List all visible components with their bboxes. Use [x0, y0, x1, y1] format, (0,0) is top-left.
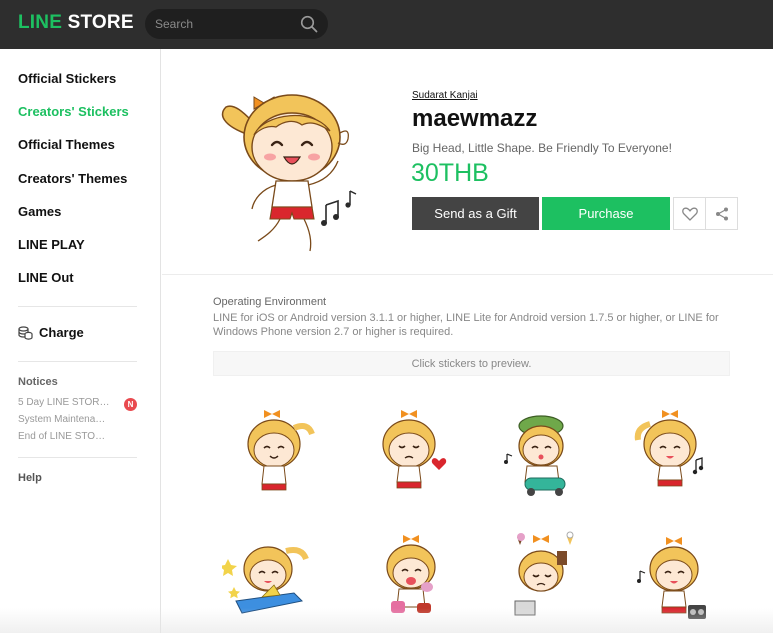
- sticker-thumbnail[interactable]: [497, 531, 587, 626]
- product-title: maewmazz: [412, 105, 538, 132]
- logo-line-text: LINE: [18, 12, 63, 33]
- notice-item[interactable]: End of LINE STO…: [18, 431, 118, 442]
- main-content: Sudarat Kanjai maewmazz Big Head, Little…: [162, 49, 773, 633]
- sidebar-divider: [18, 457, 137, 458]
- section-divider: [162, 274, 773, 275]
- new-badge: N: [124, 398, 137, 411]
- sticker-thumbnail[interactable]: [367, 404, 457, 499]
- notice-item[interactable]: System Maintena…: [18, 414, 118, 425]
- search-icon[interactable]: [300, 15, 318, 33]
- coins-icon: [18, 325, 33, 340]
- sidebar-item-official-themes[interactable]: Official Themes: [18, 137, 115, 152]
- sidebar: Official Stickers Creators' Stickers Off…: [0, 49, 161, 633]
- sidebar-item-games[interactable]: Games: [18, 204, 61, 219]
- sticker-thumbnail[interactable]: [630, 531, 720, 626]
- favorite-button[interactable]: [673, 197, 706, 230]
- sidebar-item-charge[interactable]: Charge: [18, 325, 84, 340]
- sticker-thumbnail[interactable]: [230, 404, 320, 499]
- environment-label: Operating Environment: [213, 296, 327, 308]
- purchase-button[interactable]: Purchase: [542, 197, 670, 230]
- notices-title: Notices: [18, 376, 58, 388]
- sidebar-item-creators-themes[interactable]: Creators' Themes: [18, 171, 127, 186]
- product-description: Big Head, Little Shape. Be Friendly To E…: [412, 141, 672, 155]
- top-header: LINE STORE: [0, 0, 773, 49]
- sticker-thumbnail[interactable]: [497, 404, 587, 499]
- sidebar-item-line-out[interactable]: LINE Out: [18, 270, 74, 285]
- environment-text: LINE for iOS or Android version 3.1.1 or…: [213, 312, 719, 338]
- preview-hint: Click stickers to preview.: [213, 351, 730, 376]
- search-input[interactable]: [155, 15, 295, 33]
- share-icon: [715, 207, 728, 220]
- creator-link[interactable]: Sudarat Kanjai: [412, 90, 478, 101]
- share-button[interactable]: [705, 197, 738, 230]
- sidebar-item-official-stickers[interactable]: Official Stickers: [18, 71, 116, 86]
- send-as-gift-button[interactable]: Send as a Gift: [412, 197, 539, 230]
- heart-icon: [681, 207, 698, 221]
- sticker-thumbnail[interactable]: [630, 404, 720, 499]
- sidebar-divider: [18, 306, 137, 307]
- main-sticker-image: [221, 94, 357, 252]
- charge-label: Charge: [39, 325, 84, 340]
- sidebar-item-line-play[interactable]: LINE PLAY: [18, 237, 85, 252]
- sticker-thumbnail[interactable]: [222, 531, 312, 626]
- line-store-logo[interactable]: LINE STORE: [18, 12, 134, 34]
- sticker-thumbnail[interactable]: [367, 531, 457, 626]
- sidebar-item-help[interactable]: Help: [18, 472, 42, 484]
- sidebar-item-creators-stickers[interactable]: Creators' Stickers: [18, 104, 129, 119]
- search-box: [145, 9, 328, 39]
- notice-item[interactable]: 5 Day LINE STOR…: [18, 397, 118, 408]
- sidebar-divider: [18, 361, 137, 362]
- logo-store-text: STORE: [67, 12, 134, 33]
- product-price: 30THB: [411, 159, 489, 187]
